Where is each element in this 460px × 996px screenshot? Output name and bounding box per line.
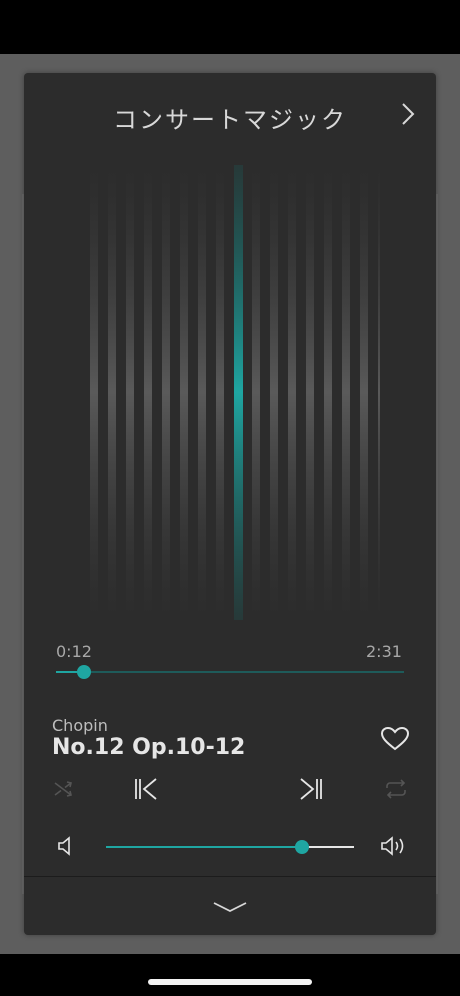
volume-slider-level xyxy=(106,846,302,848)
elapsed-time: 0:12 xyxy=(56,642,92,661)
audio-visualizer xyxy=(90,165,380,620)
visualizer-bar xyxy=(270,165,278,620)
visualizer-bar xyxy=(216,165,224,620)
visualizer-active-bar xyxy=(234,165,243,620)
repeat-icon[interactable] xyxy=(383,779,409,799)
visualizer-bar xyxy=(144,165,152,620)
home-indicator[interactable] xyxy=(148,979,312,985)
visualizer-bar xyxy=(324,165,332,620)
page-title: コンサートマジック xyxy=(113,106,347,134)
speaker-high-icon[interactable] xyxy=(380,836,408,856)
skip-next-icon[interactable] xyxy=(298,777,324,801)
visualizer-bar xyxy=(252,165,260,620)
divider xyxy=(24,876,436,877)
shuffle-icon[interactable] xyxy=(53,779,75,799)
heart-icon[interactable] xyxy=(380,726,410,752)
chevron-down-icon[interactable] xyxy=(212,900,248,914)
total-duration: 2:31 xyxy=(366,642,402,661)
visualizer-bar xyxy=(108,165,116,620)
artist-name: Chopin xyxy=(52,716,108,735)
seek-bar-thumb[interactable] xyxy=(76,665,91,679)
visualizer-bar xyxy=(342,165,350,620)
visualizer-bar xyxy=(126,165,134,620)
visualizer-bar xyxy=(198,165,206,620)
visualizer-bar xyxy=(90,165,98,620)
visualizer-bar xyxy=(306,165,314,620)
seek-bar[interactable] xyxy=(56,671,404,673)
volume-slider-thumb[interactable] xyxy=(294,840,309,854)
chevron-right-icon[interactable] xyxy=(394,100,422,128)
song-title: No.12 Op.10-12 xyxy=(52,735,246,760)
visualizer-bar xyxy=(288,165,296,620)
visualizer-bar xyxy=(180,165,188,620)
visualizer-bar xyxy=(360,165,368,620)
visualizer-bar xyxy=(162,165,170,620)
visualizer-bar xyxy=(378,165,380,620)
skip-previous-icon[interactable] xyxy=(133,777,159,801)
speaker-low-icon[interactable] xyxy=(57,836,75,856)
